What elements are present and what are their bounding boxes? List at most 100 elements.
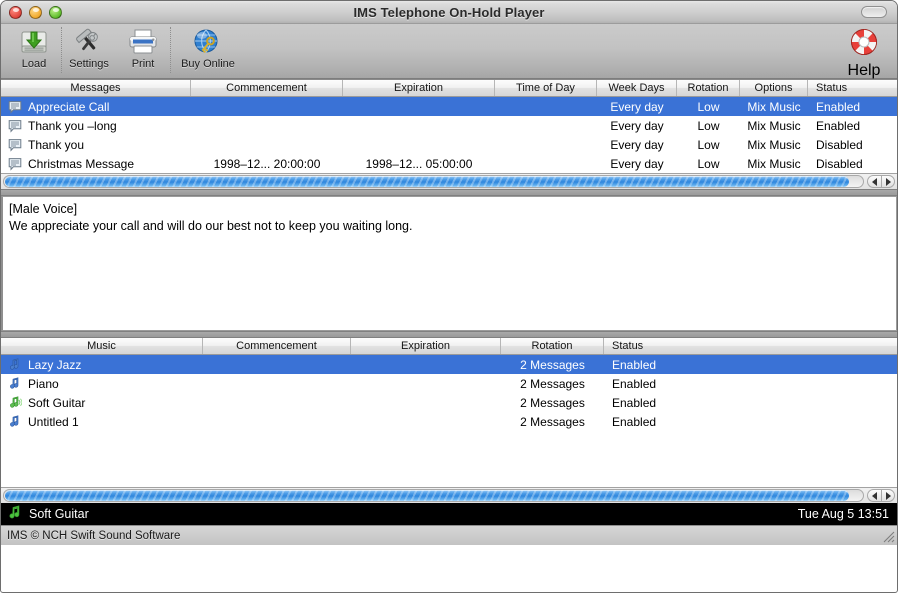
cell-name: Soft Guitar xyxy=(1,393,203,412)
cell-rotation: 2 Messages xyxy=(520,414,585,429)
table-row[interactable]: Thank you –long Every day Low Mix Music Enab… xyxy=(1,116,897,135)
message-document-icon xyxy=(8,138,22,152)
music-scroll-right-button[interactable] xyxy=(881,489,895,502)
print-button[interactable]: Print xyxy=(116,24,170,77)
close-button[interactable] xyxy=(9,5,22,19)
cell-time_of_day xyxy=(495,135,597,154)
cell-rotation: 2 Messages xyxy=(520,376,585,391)
messages-column-status[interactable]: Status xyxy=(808,80,897,96)
lower-splitter[interactable] xyxy=(1,331,897,338)
cell-week_days: Every day xyxy=(610,118,664,133)
cell-expiration xyxy=(351,355,501,374)
messages-scroll-left-button[interactable] xyxy=(867,175,881,188)
minimize-button[interactable] xyxy=(29,5,42,19)
cell-expiration xyxy=(343,97,495,116)
messages-horizontal-scrollbar[interactable] xyxy=(1,173,897,189)
help-button[interactable]: Help xyxy=(839,27,889,80)
cell-week_days: Every day xyxy=(610,156,664,171)
cell-options: Mix Music xyxy=(747,156,801,171)
table-row[interactable]: Untitled 1 2 Messages Enabled xyxy=(1,412,897,431)
cell-name: Thank you –long xyxy=(1,116,191,135)
script-line-body: We appreciate your call and will do our … xyxy=(9,219,413,233)
messages-column-commencement[interactable]: Commencement xyxy=(191,80,343,96)
cell-time_of_day xyxy=(495,154,597,173)
messages-table-header: Messages Commencement Expiration Time of… xyxy=(1,80,897,97)
row-title: Lazy Jazz xyxy=(28,357,82,372)
messages-scroll-thumb[interactable] xyxy=(5,176,849,187)
music-column-expiration[interactable]: Expiration xyxy=(351,338,501,354)
messages-column-rotation[interactable]: Rotation xyxy=(677,80,740,96)
music-column-commencement[interactable]: Commencement xyxy=(203,338,351,354)
messages-scroll-buttons xyxy=(864,175,897,188)
table-row[interactable]: Piano 2 Messages Enabled xyxy=(1,374,897,393)
music-scroll-track[interactable] xyxy=(3,489,864,502)
cell-rotation: Low xyxy=(697,156,720,171)
app-window: IMS Telephone On-Hold Player Load Settin… xyxy=(0,0,898,593)
message-document-icon xyxy=(8,100,22,114)
cell-status: Enabled xyxy=(816,118,861,133)
cell-expiration xyxy=(343,116,495,135)
music-scroll-left-button[interactable] xyxy=(867,489,881,502)
table-row[interactable]: Lazy Jazz 2 Messages Enabled xyxy=(1,355,897,374)
music-horizontal-scrollbar[interactable] xyxy=(1,487,897,503)
cell-options: Mix Music xyxy=(747,99,801,114)
messages-pane: Messages Commencement Expiration Time of… xyxy=(1,79,897,173)
table-row[interactable]: Christmas Message 1998–12... 20:00:00 1998… xyxy=(1,154,897,173)
music-column-music[interactable]: Music xyxy=(1,338,203,354)
music-scroll-buttons xyxy=(864,489,897,502)
music-scroll-thumb[interactable] xyxy=(5,490,849,501)
buy-online-button[interactable]: Buy Online xyxy=(171,24,245,77)
messages-scroll-track[interactable] xyxy=(3,175,864,188)
cell-expiration xyxy=(343,135,495,154)
cell-rotation: 2 Messages xyxy=(520,395,585,410)
message-document-icon xyxy=(8,119,22,133)
messages-column-time-of-day[interactable]: Time of Day xyxy=(495,80,597,96)
life-ring-icon xyxy=(849,27,879,62)
resize-grip[interactable] xyxy=(881,529,895,543)
messages-column-options[interactable]: Options xyxy=(740,80,808,96)
upper-splitter[interactable] xyxy=(1,189,897,196)
table-row[interactable]: Soft Guitar 2 Messages Enabled xyxy=(1,393,897,412)
cell-expiration xyxy=(351,412,501,431)
music-table-header: Music Commencement Expiration Rotation S… xyxy=(1,338,897,355)
message-document-icon xyxy=(8,157,22,171)
cell-week_days: Every day xyxy=(610,99,664,114)
table-row[interactable]: Thank you Every day Low Mix Music Disabled xyxy=(1,135,897,154)
cell-commencement xyxy=(203,374,351,393)
table-row[interactable]: Appreciate Call Every day Low Mix Music Enab… xyxy=(1,97,897,116)
cell-commencement xyxy=(191,135,343,154)
settings-button-label: Settings xyxy=(69,58,109,70)
window-controls xyxy=(1,5,62,19)
messages-scroll-right-button[interactable] xyxy=(881,175,895,188)
messages-column-messages[interactable]: Messages xyxy=(1,80,191,96)
row-title: Christmas Message xyxy=(28,156,135,171)
help-button-label: Help xyxy=(847,62,881,79)
settings-button[interactable]: Settings xyxy=(62,24,116,77)
music-note-playing-icon xyxy=(8,395,22,410)
load-disk-icon xyxy=(19,27,49,57)
messages-column-expiration[interactable]: Expiration xyxy=(343,80,495,96)
messages-table-body: Appreciate Call Every day Low Mix Music Enab… xyxy=(1,97,897,173)
messages-column-week-days[interactable]: Week Days xyxy=(597,80,677,96)
cell-name: Lazy Jazz xyxy=(1,355,203,374)
cell-commencement: 1998–12... 20:00:00 xyxy=(213,156,321,171)
music-column-rotation[interactable]: Rotation xyxy=(501,338,604,354)
cell-commencement xyxy=(203,393,351,412)
globe-key-icon xyxy=(192,27,224,57)
load-button-label: Load xyxy=(21,58,47,70)
cell-name: Appreciate Call xyxy=(1,97,191,116)
zoom-button[interactable] xyxy=(49,5,62,19)
cell-time_of_day xyxy=(495,97,597,116)
status-bar-text: IMS © NCH Swift Sound Software xyxy=(7,529,181,542)
toolbar-toggle-button[interactable] xyxy=(861,6,887,18)
script-line-voice: [Male Voice] xyxy=(9,202,78,216)
title-bar[interactable]: IMS Telephone On-Hold Player xyxy=(1,1,897,24)
music-column-status[interactable]: Status xyxy=(604,338,897,354)
message-script-textarea[interactable]: [Male Voice] We appreciate your call and… xyxy=(1,196,897,331)
print-button-label: Print xyxy=(131,58,155,70)
row-title: Piano xyxy=(28,376,59,391)
row-title: Thank you xyxy=(28,137,85,152)
cell-commencement xyxy=(191,97,343,116)
load-button[interactable]: Load xyxy=(7,24,61,77)
cell-rotation: Low xyxy=(697,99,720,114)
